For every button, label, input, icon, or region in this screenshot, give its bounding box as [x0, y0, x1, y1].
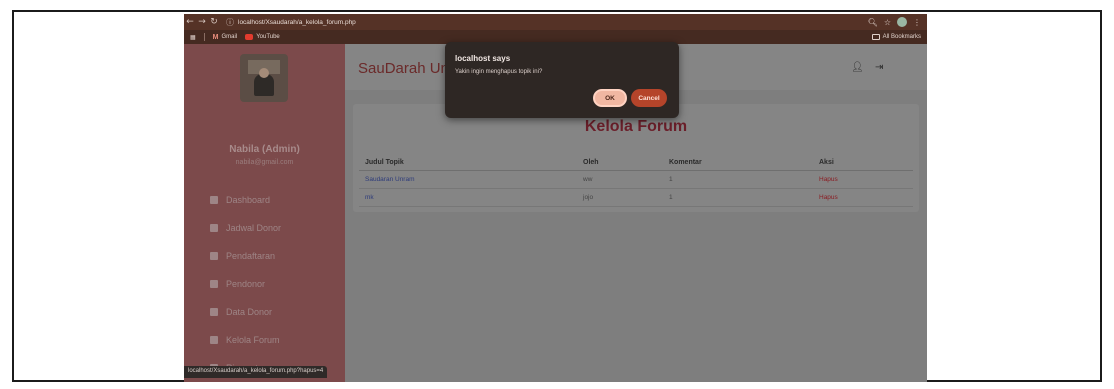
- dialog-title: localhost says: [455, 54, 511, 63]
- cancel-button[interactable]: Cancel: [631, 89, 667, 107]
- user-icon[interactable]: 👤︎: [851, 62, 864, 73]
- zoom-icon[interactable]: 🔍︎: [868, 18, 878, 27]
- bookmark-youtube-label: YouTube: [256, 34, 280, 40]
- reload-icon[interactable]: ↻: [208, 17, 220, 27]
- topic-author: ww: [583, 176, 593, 183]
- database-icon: [210, 308, 218, 316]
- browser-window: ← → ↻ ⓘ localhost/Xsaudarah/a_kelola_for…: [184, 14, 927, 382]
- clipboard-icon: [210, 252, 218, 260]
- column-header-oleh: Oleh: [583, 159, 599, 166]
- table-row: Saudaran Unram ww 1 Hapus: [359, 171, 913, 189]
- dialog-message: Yakin ingin menghapus topik ini?: [455, 69, 543, 75]
- logout-icon[interactable]: ⇥: [875, 62, 883, 73]
- forum-card: Kelola Forum Judul Topik Oleh Komentar A…: [353, 104, 919, 212]
- column-header-komentar: Komentar: [669, 159, 702, 166]
- forward-icon[interactable]: →: [196, 17, 208, 27]
- delete-link[interactable]: Hapus: [819, 194, 913, 201]
- all-bookmarks[interactable]: All Bookmarks: [871, 34, 927, 40]
- profile-photo: [240, 54, 288, 102]
- profile-name: Nabila (Admin): [229, 144, 300, 155]
- menu-kebab-icon[interactable]: ⋮: [913, 18, 921, 27]
- sidebar-item-jadwal-donor[interactable]: Jadwal Donor: [184, 214, 345, 242]
- sidebar-item-pendaftaran[interactable]: Pendaftaran: [184, 242, 345, 270]
- topic-author: jojo: [583, 194, 594, 201]
- sidebar-item-label: Pendonor: [226, 279, 266, 289]
- bookmark-youtube[interactable]: YouTube: [245, 34, 280, 40]
- profile-email: nabila@gmail.com: [235, 159, 294, 166]
- column-header-aksi: Aksi: [819, 159, 834, 166]
- apps-icon[interactable]: ▦: [190, 34, 196, 41]
- gmail-icon: M: [212, 33, 219, 41]
- sidebar-item-data-donor[interactable]: Data Donor: [184, 298, 345, 326]
- sidebar-item-dashboard[interactable]: Dashboard: [184, 186, 345, 214]
- topic-link[interactable]: mk: [359, 194, 583, 201]
- status-bar-url: localhost/Xsaudarah/a_kelola_forum.php?h…: [184, 366, 328, 378]
- topic-link[interactable]: Saudaran Unram: [359, 176, 583, 183]
- sidebar-item-kelola-forum[interactable]: Kelola Forum: [184, 326, 345, 354]
- ok-button[interactable]: OK: [593, 89, 627, 107]
- youtube-icon: [245, 34, 254, 40]
- bookmark-gmail[interactable]: M Gmail: [213, 34, 238, 41]
- table-header: Judul Topik Oleh Komentar Aksi: [359, 155, 913, 171]
- sidebar: Nabila (Admin) nabila@gmail.com Dashboar…: [184, 44, 345, 382]
- star-icon[interactable]: ☆: [884, 18, 891, 27]
- toolbar-actions: 🔍︎ ☆ ⋮: [868, 17, 927, 27]
- sidebar-item-label: Pendaftaran: [226, 251, 276, 261]
- profile-avatar[interactable]: [897, 17, 907, 27]
- forum-table: Judul Topik Oleh Komentar Aksi Saudaran …: [359, 155, 913, 207]
- sidebar-item-pendonor[interactable]: Pendonor: [184, 270, 345, 298]
- forum-icon: [210, 336, 218, 344]
- topic-comment-count: 1: [669, 176, 673, 183]
- sidebar-item-label: Jadwal Donor: [226, 223, 282, 233]
- users-icon: [210, 280, 218, 288]
- browser-toolbar: ← → ↻ ⓘ localhost/Xsaudarah/a_kelola_for…: [184, 14, 927, 30]
- topic-comment-count: 1: [669, 194, 673, 201]
- delete-link[interactable]: Hapus: [819, 176, 913, 183]
- confirm-dialog: localhost says Yakin ingin menghapus top…: [445, 42, 679, 118]
- all-bookmarks-label: All Bookmarks: [882, 34, 921, 40]
- sidebar-item-label: Dashboard: [226, 195, 271, 205]
- site-info-icon[interactable]: ⓘ: [226, 17, 234, 28]
- back-icon[interactable]: ←: [184, 17, 196, 27]
- column-header-judul: Judul Topik: [365, 159, 404, 166]
- home-icon: [210, 196, 218, 204]
- table-row: mk jojo 1 Hapus: [359, 189, 913, 207]
- bookmark-gmail-label: Gmail: [221, 34, 238, 40]
- url-text[interactable]: localhost/Xsaudarah/a_kelola_forum.php: [238, 19, 356, 26]
- address-bar[interactable]: ⓘ localhost/Xsaudarah/a_kelola_forum.php: [226, 16, 356, 28]
- page-title: Kelola Forum: [584, 118, 688, 135]
- sidebar-menu: Dashboard Jadwal Donor Pendaftaran Pendo…: [184, 186, 345, 382]
- bookmarks-divider: [203, 33, 205, 41]
- folder-icon: [871, 34, 880, 40]
- calendar-icon: [210, 224, 218, 232]
- sidebar-item-label: Kelola Forum: [226, 335, 280, 345]
- sidebar-item-label: Data Donor: [226, 307, 273, 317]
